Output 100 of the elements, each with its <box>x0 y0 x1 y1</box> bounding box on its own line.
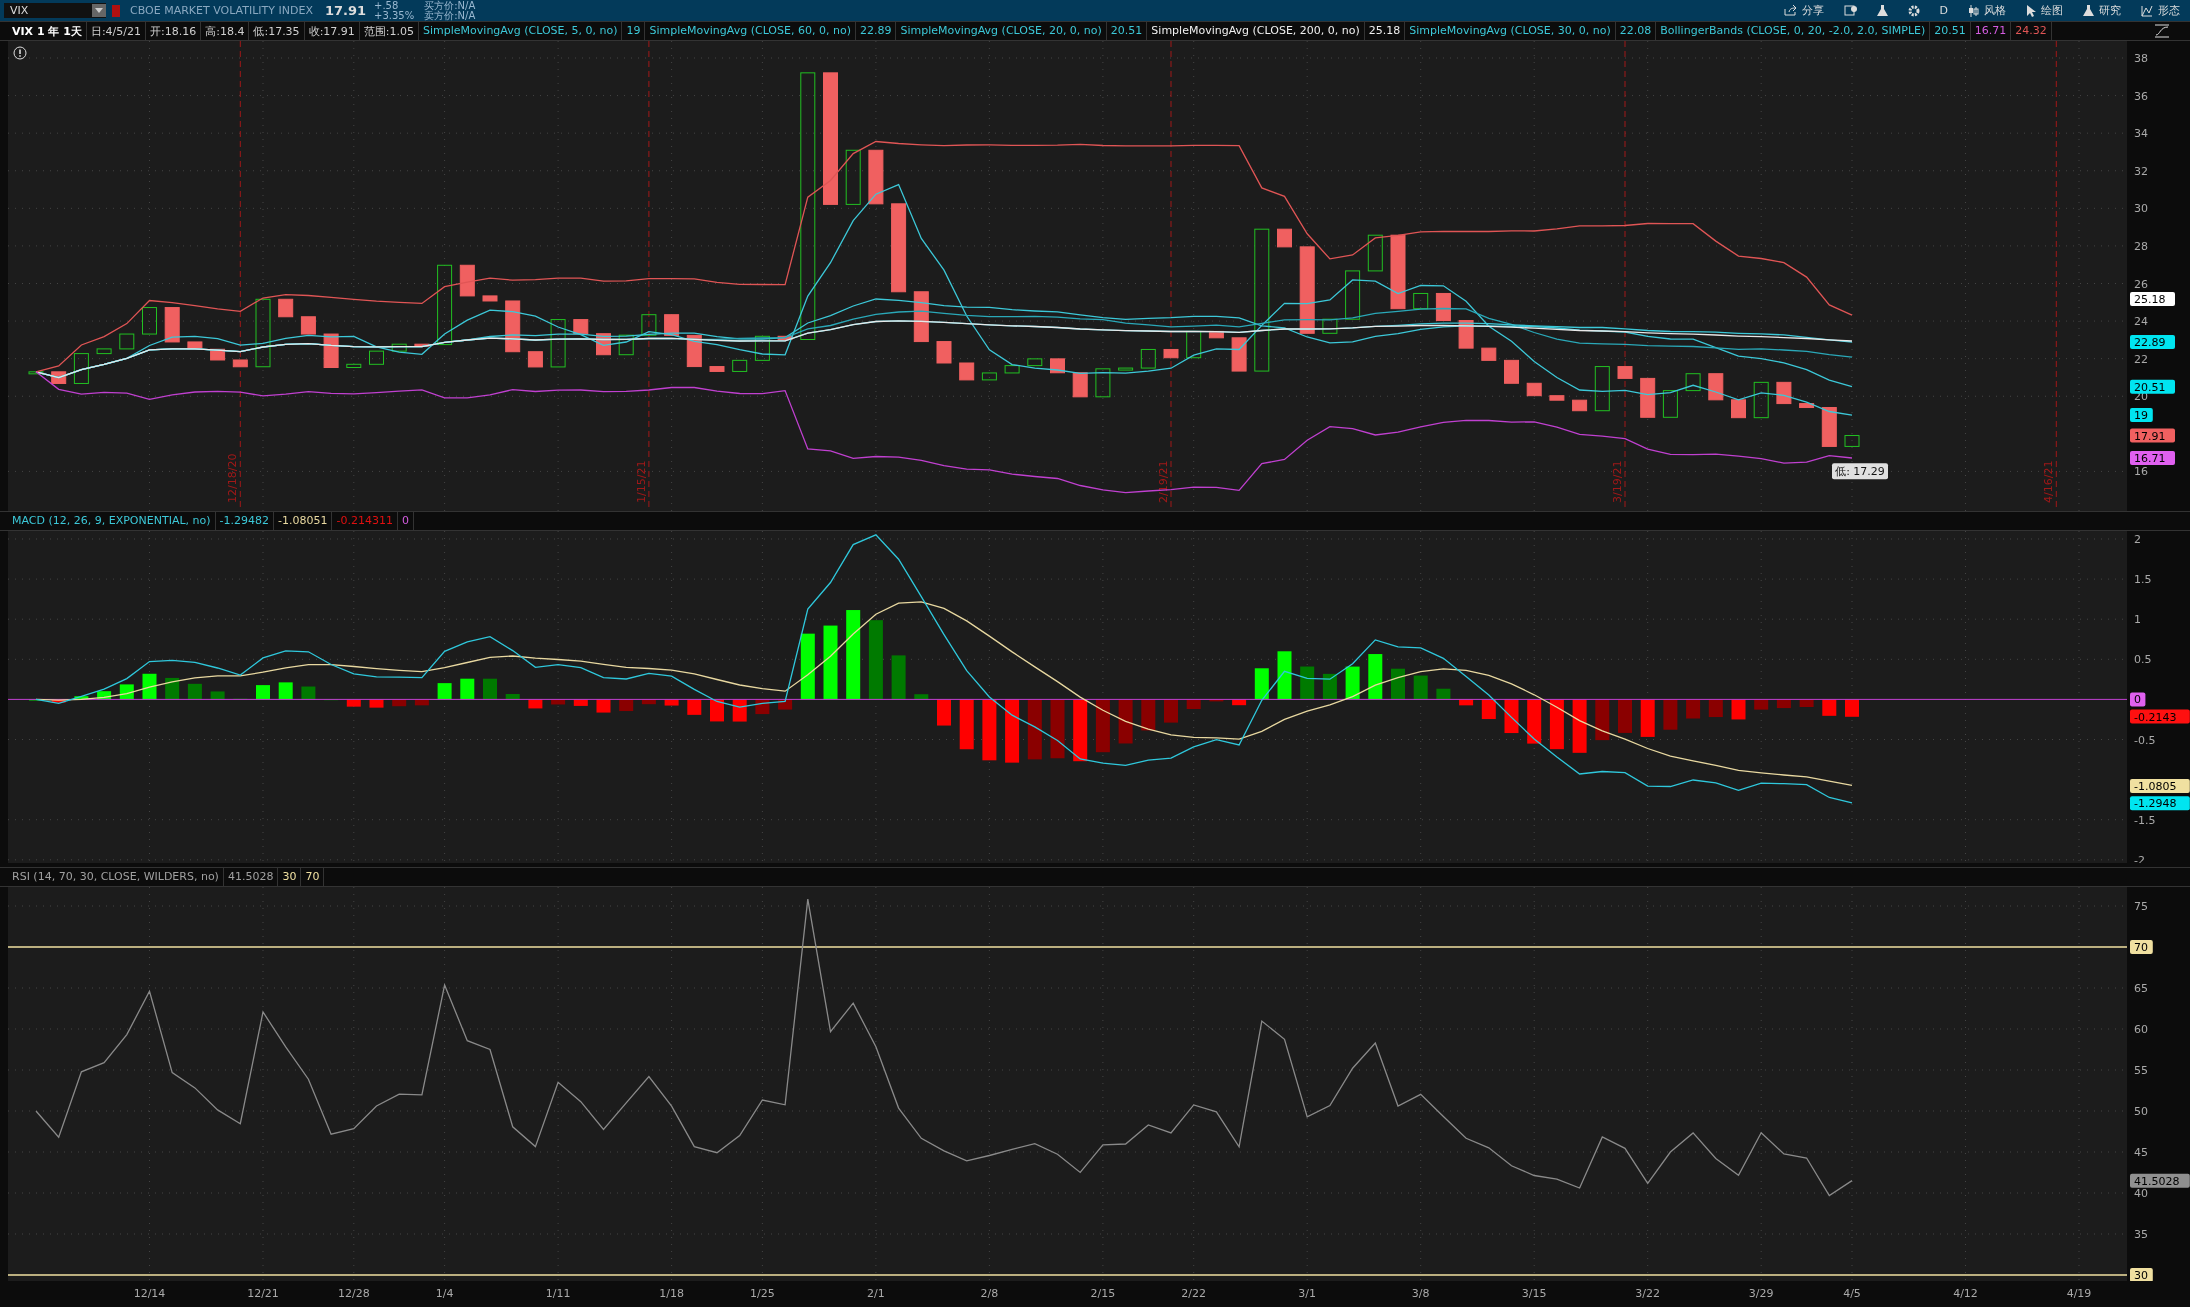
low-price-callout: 低: 17.29 <box>1832 463 1888 480</box>
expiry-date-label: 1/15/21 <box>634 460 648 503</box>
axis-label: 1.5 <box>2134 573 2152 587</box>
ask-price: 卖方价:N/A <box>424 10 476 21</box>
axis-label: 3/29 <box>1748 1287 1774 1300</box>
study-label: 70 <box>301 868 325 886</box>
axis-label: 4/5 <box>1843 1287 1861 1300</box>
axis-label: 55 <box>2134 1064 2148 1077</box>
study-label: SimpleMovingAvg (CLOSE, 20, 0, no) <box>896 22 1107 40</box>
study-label: 24.32 <box>2011 22 2052 40</box>
axis-label: 3/22 <box>1635 1287 1661 1300</box>
study-label: SimpleMovingAvg (CLOSE, 5, 0, no) <box>419 22 623 40</box>
axis-label: 1 <box>2134 613 2141 627</box>
axis-label: 40 <box>2134 1187 2148 1200</box>
price-change: +.58 <box>374 0 400 11</box>
study-label: MACD (12, 26, 9, EXPONENTIAL, no) <box>8 512 216 530</box>
axis-label: 1/11 <box>545 1287 571 1300</box>
axis-label: 2/15 <box>1090 1287 1116 1300</box>
value-tag: -1.0805 <box>2130 779 2190 794</box>
study-label: 30 <box>278 868 302 886</box>
symbol-description: CBOE MARKET VOLATILITY INDEX <box>130 4 313 17</box>
axis-label: 28 <box>2134 239 2148 253</box>
bid-price: 买方价:N/A <box>424 0 476 11</box>
study-label: 20.51 <box>1930 22 1971 40</box>
axis-label: 2 <box>2134 533 2141 546</box>
axis-label: 1/18 <box>659 1287 684 1300</box>
study-label: VIX 1 年 1天 <box>8 22 87 40</box>
expiry-date-label: 4/16/21 <box>2042 460 2056 503</box>
study-label: 收:17.91 <box>304 22 360 40</box>
axis-label: 16 <box>2134 465 2148 479</box>
axis-label: 26 <box>2134 277 2148 291</box>
axis-label: 1/25 <box>750 1287 775 1300</box>
toolbar-button[interactable]: 风格 <box>1958 1 2016 20</box>
study-label: 0 <box>397 512 414 530</box>
study-label: 25.18 <box>1364 22 1406 40</box>
axis-label: 75 <box>2134 900 2148 913</box>
study-label: 日:4/5/21 <box>86 22 146 40</box>
axis-label: 3/1 <box>1298 1287 1317 1300</box>
axis-label: 38 <box>2134 52 2148 65</box>
value-tag: 0 <box>2130 692 2146 707</box>
axis-label: 4/19 <box>2066 1287 2092 1300</box>
study-label: 19 <box>622 22 646 40</box>
axis-label: 1/4 <box>435 1287 454 1300</box>
study-label: 高:18.4 <box>201 22 250 40</box>
study-label: 20.51 <box>1106 22 1148 40</box>
axis-label: 4/12 <box>1953 1287 1978 1300</box>
expiry-date-label: 12/18/20 <box>226 453 240 503</box>
study-label: 41.5028 <box>223 868 279 886</box>
study-label: 22.08 <box>1615 22 1657 40</box>
symbol-field[interactable]: VIX <box>4 3 106 18</box>
toolbar-button[interactable]: 绘图 <box>2016 1 2073 20</box>
study-label: -0.214311 <box>332 512 398 530</box>
study-label: 16.71 <box>1970 22 2012 40</box>
study-label: RSI (14, 70, 30, CLOSE, WILDERS, no) <box>8 868 224 886</box>
axis-label: 45 <box>2134 1146 2148 1159</box>
axis-label: -0.5 <box>2134 733 2156 747</box>
axis-label: 24 <box>2134 315 2148 329</box>
study-label: -1.29482 <box>215 512 274 530</box>
axis-label: 12/14 <box>133 1287 166 1300</box>
axis-label: 3/8 <box>1411 1287 1430 1300</box>
axis-label: 2/8 <box>980 1287 999 1300</box>
study-label: 22.89 <box>855 22 897 40</box>
toolbar-button[interactable]: D <box>1929 1 1958 20</box>
expiry-date-label: 3/19/21 <box>1611 460 1624 503</box>
study-label: BollingerBands (CLOSE, 0, 20, -2.0, 2.0, SIMPLE) <box>1656 22 1931 40</box>
axis-label: 0.5 <box>2134 653 2152 667</box>
study-label: SimpleMovingAvg (CLOSE, 200, 0, no) <box>1147 22 1365 40</box>
axis-label: 50 <box>2134 1105 2148 1118</box>
axis-label: 30 <box>2134 202 2148 216</box>
axis-label: 3/15 <box>1521 1287 1547 1300</box>
study-label: SimpleMovingAvg (CLOSE, 60, 0, no) <box>645 22 856 40</box>
percent-change: +3.35% <box>374 10 415 21</box>
study-label: 低:17.35 <box>249 22 305 40</box>
price-tag: 16.71 <box>2130 451 2175 466</box>
price-tag: 19 <box>2130 408 2153 423</box>
toolbar-button[interactable]: 分享 <box>1773 1 1834 20</box>
study-label: SimpleMovingAvg (CLOSE, 30, 0, no) <box>1405 22 1616 40</box>
expiry-date-label: 2/19/21 <box>1157 460 1170 503</box>
toolbar-button[interactable]: 形态 <box>2131 1 2190 20</box>
axis-label: 35 <box>2134 1228 2148 1241</box>
axis-label: -2 <box>2134 853 2145 863</box>
axis-label: 2/22 <box>1181 1287 1207 1300</box>
study-label: 范围:1.05 <box>359 22 420 40</box>
axis-label: 12/21 <box>247 1287 279 1300</box>
axis-label: 32 <box>2134 164 2148 178</box>
axis-label: 22 <box>2134 352 2148 366</box>
axis-label: 65 <box>2134 982 2148 995</box>
study-label: -1.08051 <box>274 512 333 530</box>
toolbar-button[interactable]: 研究 <box>2073 1 2131 20</box>
axis-label: 2/1 <box>867 1287 885 1300</box>
study-label: 开:18.16 <box>146 22 202 40</box>
axis-label: 60 <box>2134 1023 2148 1036</box>
last-price: 17.91 <box>324 3 367 18</box>
axis-label: 36 <box>2134 89 2148 103</box>
value-tag: 70 <box>2130 940 2153 954</box>
axis-label: -1.5 <box>2134 813 2156 827</box>
value-tag: 30 <box>2130 1268 2153 1281</box>
axis-label: 12/28 <box>337 1287 370 1300</box>
value-tag: -1.2948 <box>2130 796 2190 811</box>
axis-label: 34 <box>2134 127 2148 141</box>
